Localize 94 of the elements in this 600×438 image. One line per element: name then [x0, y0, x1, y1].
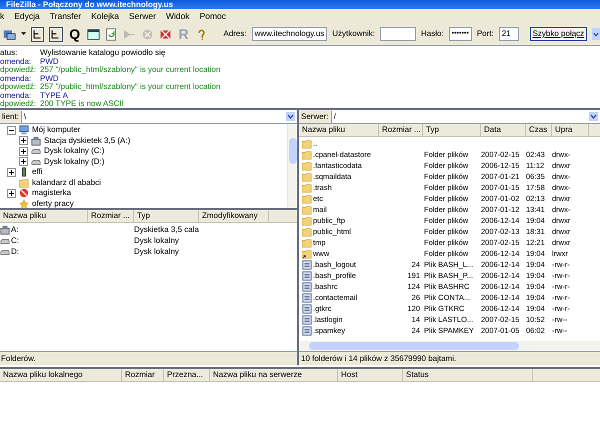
- log-label: atus:: [0, 49, 18, 58]
- column-header[interactable]: Czas: [526, 124, 552, 136]
- folder-icon: [19, 178, 29, 188]
- star-folder-icon: [19, 198, 29, 208]
- expand-icon[interactable]: [19, 146, 28, 156]
- tree-item[interactable]: effi: [32, 166, 43, 178]
- column-header[interactable]: Typ: [423, 124, 481, 136]
- tree-item[interactable]: Dysk lokalny (D:): [44, 156, 104, 168]
- log-message: 257 "/public_html/szablony" is your current location: [40, 66, 220, 74]
- menu-item[interactable]: Transfer: [50, 10, 82, 22]
- address-label: Adres:: [223, 28, 247, 40]
- log-label: dpowiedź:: [0, 100, 38, 108]
- expand-icon[interactable]: [7, 168, 16, 177]
- file-icon: [302, 304, 312, 314]
- column-header[interactable]: Nazwa pliku: [0, 210, 88, 222]
- horizontal-scrollbar[interactable]: [299, 341, 600, 351]
- disk-drive-icon: [31, 146, 41, 156]
- floppy-drive-icon: [0, 224, 10, 234]
- username-label: Użytkownik:: [332, 28, 375, 40]
- file-name[interactable]: A:: [11, 224, 19, 236]
- column-header[interactable]: Rozmiar: [122, 369, 164, 381]
- expand-icon[interactable]: [19, 157, 28, 166]
- column-header[interactable]: Host: [338, 369, 403, 381]
- file-type: Dysk lokalny: [134, 234, 179, 246]
- password-label: Hasło:: [420, 28, 444, 40]
- column-header[interactable]: Zmodyfikowany: [199, 210, 269, 222]
- column-header[interactable]: Nazwa pliku: [299, 124, 379, 136]
- address-field[interactable]: www.itechnology.us: [252, 27, 328, 41]
- username-field[interactable]: [380, 27, 416, 41]
- file-name[interactable]: C:: [11, 234, 19, 246]
- file-icon: [302, 314, 312, 324]
- column-header[interactable]: Rozmiar ...: [88, 210, 134, 222]
- file-icon: [302, 282, 312, 292]
- menu-item[interactable]: Kolejka: [91, 10, 119, 22]
- toolbar-button[interactable]: Q: [68, 26, 82, 42]
- log-message: TYPE A: [40, 92, 68, 100]
- menu-item[interactable]: Serwer: [129, 10, 156, 22]
- file-icon: [302, 326, 312, 336]
- tree-item[interactable]: oferty pracy: [32, 198, 74, 208]
- log-message: Wylistowanie katalogu powiodło się: [40, 49, 166, 58]
- file-name[interactable]: D:: [11, 246, 19, 258]
- file-icon: [302, 270, 312, 280]
- tree-item[interactable]: magisterka: [32, 187, 72, 200]
- tree-item[interactable]: Mój komputer: [32, 124, 80, 136]
- menu-item[interactable]: Widok: [166, 10, 190, 22]
- folder-link-icon: [302, 248, 312, 258]
- file-type: Dysk lokalny: [134, 246, 179, 258]
- floppy-drive-icon: [31, 136, 41, 146]
- log-label: omenda:: [0, 92, 32, 100]
- file-type: Dyskietka 3,5 cala: [134, 224, 199, 236]
- port-field[interactable]: 21: [498, 27, 519, 41]
- tree-item[interactable]: Dysk lokalny (C:): [44, 145, 104, 158]
- title-bar: FileZilla - Połączony do www.itechnology.us: [0, 0, 600, 9]
- prohibited-icon: [19, 188, 29, 198]
- column-header[interactable]: Przezna...: [164, 369, 210, 381]
- dropdown-icon[interactable]: [21, 31, 26, 37]
- file-icon: [302, 292, 312, 302]
- column-header[interactable]: Nazwa pliku na serwerze: [210, 369, 338, 381]
- path-field[interactable]: \: [22, 110, 297, 123]
- expand-icon[interactable]: [7, 188, 16, 198]
- device-icon: [19, 167, 29, 178]
- column-header[interactable]: Upra: [552, 124, 589, 136]
- column-header[interactable]: Rozmiar ...: [379, 124, 423, 136]
- log-message: 200 TYPE is now ASCII: [40, 100, 124, 108]
- status-bar: Folderów.: [0, 351, 297, 365]
- column-header[interactable]: Nazwa pliku lokalnego: [0, 369, 122, 381]
- log-label: dpowiedź:: [0, 83, 38, 92]
- column-header[interactable]: Typ: [134, 210, 199, 222]
- tree-view-icon[interactable]: [31, 26, 44, 42]
- log-label: omenda:: [0, 58, 32, 66]
- collapse-icon[interactable]: [7, 126, 16, 135]
- file-icon: [302, 260, 312, 270]
- quick-connect-button[interactable]: Szybko połącz: [530, 27, 588, 41]
- refresh-icon[interactable]: [104, 26, 118, 42]
- tree-view-icon[interactable]: [49, 26, 63, 42]
- log-message: PWD: [40, 74, 59, 83]
- status-bar: 10 folderów i 14 plików z 35679990 bajtami.: [299, 351, 600, 365]
- log-label: dpowiedź:: [0, 66, 38, 74]
- log-message: PWD: [40, 58, 59, 66]
- tree-item[interactable]: kalandarz dl ababci: [32, 176, 101, 189]
- log-label: omenda:: [0, 74, 32, 83]
- computer-icon: [19, 125, 29, 136]
- path-field[interactable]: /: [332, 110, 600, 123]
- window-icon[interactable]: [86, 26, 100, 42]
- menu-item[interactable]: Edycja: [14, 10, 40, 22]
- scrollbar[interactable]: [287, 124, 297, 208]
- expand-icon[interactable]: [19, 136, 28, 146]
- menu-item[interactable]: Pomoc: [200, 10, 226, 22]
- column-header[interactable]: Data: [481, 124, 526, 136]
- log-message: 257 "/public_html/szablony" is your current location: [40, 83, 220, 92]
- column-header[interactable]: Status: [403, 369, 533, 381]
- port-label: Port:: [476, 28, 494, 40]
- tree-item[interactable]: Stacja dyskietek 3,5 (A:): [44, 134, 130, 147]
- menu-item[interactable]: k: [0, 10, 4, 22]
